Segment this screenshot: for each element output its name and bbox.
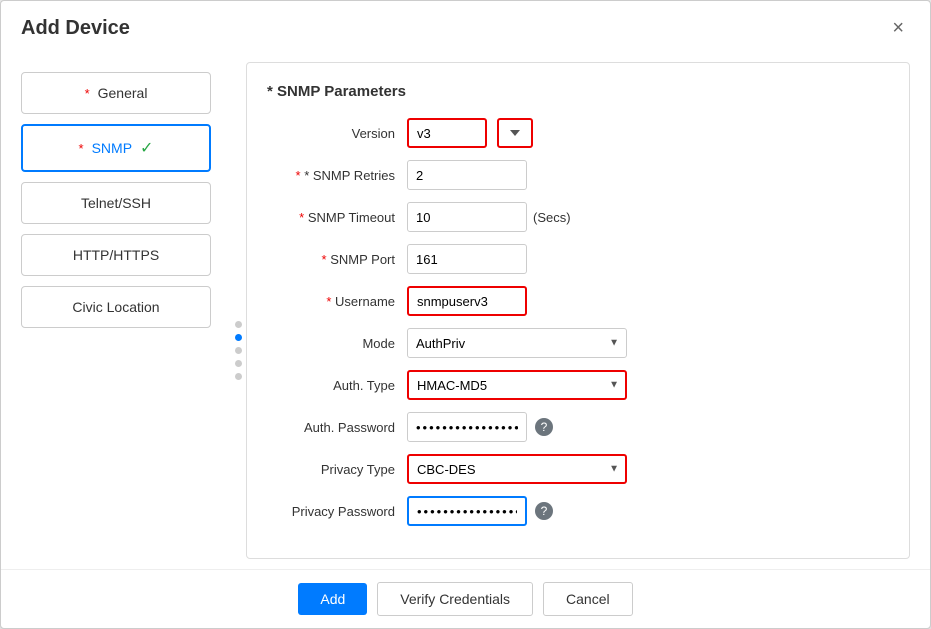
dot-5 [235,373,242,380]
auth-type-select[interactable]: HMAC-MD5 HMAC-SHA [407,370,627,400]
version-chevron-icon [510,130,520,136]
mode-label: Mode [267,336,407,351]
auth-type-row: Auth. Type HMAC-MD5 HMAC-SHA [267,370,879,400]
sidebar: * General * SNMP ✓ Telnet/SSH HTTP/HTTPS… [1,52,231,569]
timeout-label: * SNMP Timeout [267,210,407,225]
privacy-type-label: Privacy Type [267,462,407,477]
dialog-title: Add Device [21,17,130,40]
close-button[interactable]: × [886,15,910,42]
dot-1 [235,321,242,328]
privacy-password-input[interactable] [407,496,527,526]
auth-password-field: ? [407,412,553,442]
cancel-button[interactable]: Cancel [543,582,633,616]
privacy-type-select-wrapper: CBC-DES CFB-AES-128 [407,454,627,484]
dot-3 [235,347,242,354]
snmp-panel: * SNMP Parameters Version * * SNMP Retri… [246,62,910,559]
general-required-star: * [85,86,90,101]
privacy-password-label: Privacy Password [267,504,407,519]
step-dots [231,52,246,569]
mode-row: Mode AuthPriv AuthNoPriv NoAuthNoPriv [267,328,879,358]
privacy-password-field: ? [407,496,553,526]
version-wrapper [407,118,533,148]
sidebar-item-snmp[interactable]: * SNMP ✓ [21,124,211,172]
timeout-row: * SNMP Timeout (Secs) [267,202,879,232]
privacy-password-help-icon[interactable]: ? [535,502,553,520]
sidebar-item-general-label: General [98,85,148,101]
sidebar-item-telnet[interactable]: Telnet/SSH [21,182,211,224]
secs-label: (Secs) [533,210,571,225]
port-label: * SNMP Port [267,252,407,267]
add-device-dialog: Add Device × * General * SNMP ✓ Telnet/S… [0,0,931,629]
retries-input[interactable] [407,160,527,190]
auth-password-help-icon[interactable]: ? [535,418,553,436]
username-row: * Username [267,286,879,316]
auth-password-input[interactable] [407,412,527,442]
snmp-required-star: * [79,141,84,156]
sidebar-item-http[interactable]: HTTP/HTTPS [21,234,211,276]
verify-credentials-button[interactable]: Verify Credentials [377,582,533,616]
sidebar-item-general[interactable]: * General [21,72,211,114]
auth-password-label: Auth. Password [267,420,407,435]
add-button[interactable]: Add [298,583,367,615]
port-row: * SNMP Port [267,244,879,274]
mode-select[interactable]: AuthPriv AuthNoPriv NoAuthNoPriv [407,328,627,358]
sidebar-item-snmp-label: SNMP [92,140,132,156]
username-label: * Username [267,294,407,309]
privacy-type-select[interactable]: CBC-DES CFB-AES-128 [407,454,627,484]
mode-select-wrapper: AuthPriv AuthNoPriv NoAuthNoPriv [407,328,627,358]
auth-type-select-wrapper: HMAC-MD5 HMAC-SHA [407,370,627,400]
sidebar-item-telnet-label: Telnet/SSH [81,195,151,211]
version-row: Version [267,118,879,148]
dialog-body: * General * SNMP ✓ Telnet/SSH HTTP/HTTPS… [1,52,930,569]
privacy-password-row: Privacy Password ? [267,496,879,526]
timeout-input[interactable] [407,202,527,232]
section-title: * SNMP Parameters [267,83,879,100]
port-input[interactable] [407,244,527,274]
auth-password-row: Auth. Password ? [267,412,879,442]
retries-row: * * SNMP Retries [267,160,879,190]
sidebar-item-http-label: HTTP/HTTPS [73,247,159,263]
dot-2 [235,334,242,341]
sidebar-item-civic-label: Civic Location [72,299,159,315]
version-dropdown-button[interactable] [497,118,533,148]
dialog-header: Add Device × [1,1,930,52]
version-input[interactable] [407,118,487,148]
dialog-footer: Add Verify Credentials Cancel [1,569,930,628]
snmp-check-icon: ✓ [140,138,153,158]
dot-4 [235,360,242,367]
username-input[interactable] [407,286,527,316]
version-label: Version [267,126,407,141]
auth-type-label: Auth. Type [267,378,407,393]
retries-label: * * SNMP Retries [267,168,407,183]
privacy-type-row: Privacy Type CBC-DES CFB-AES-128 [267,454,879,484]
sidebar-item-civic[interactable]: Civic Location [21,286,211,328]
section-title-star: * [267,83,277,100]
